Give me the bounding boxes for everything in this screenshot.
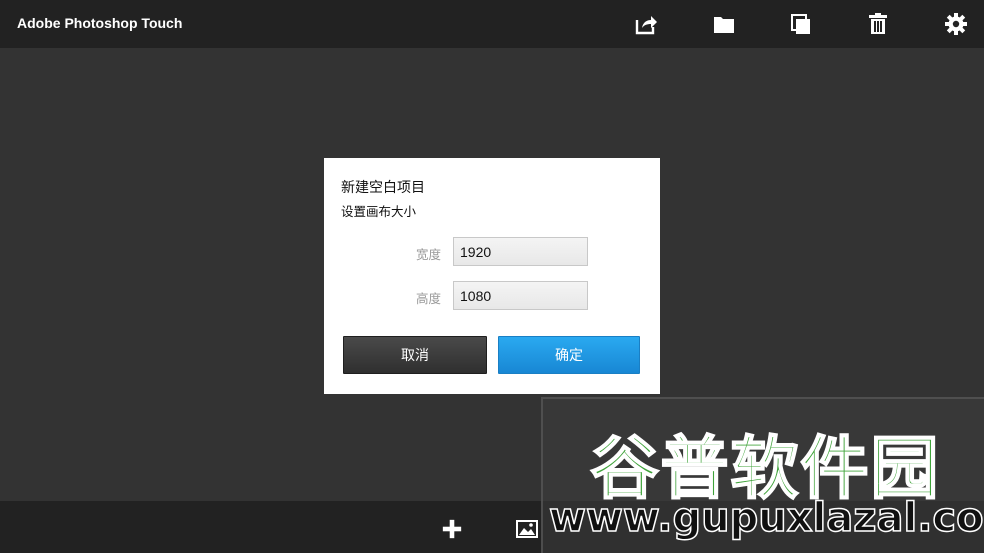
delete-button[interactable] — [862, 8, 894, 40]
trash-icon — [869, 13, 887, 34]
dialog-title: 新建空白项目 — [341, 180, 425, 196]
import-image-button[interactable] — [513, 515, 541, 543]
gear-icon — [945, 13, 967, 35]
add-project-button[interactable] — [438, 515, 466, 543]
watermark-text-en: www.gupuxlazal.com — [548, 494, 984, 542]
top-action-bar: Adobe Photoshop Touch — [0, 0, 984, 48]
app-title: Adobe Photoshop Touch — [17, 15, 183, 31]
cancel-button[interactable]: 取消 — [343, 336, 487, 374]
plus-icon — [442, 519, 462, 539]
share-button[interactable] — [630, 8, 662, 40]
ok-button[interactable]: 确定 — [498, 336, 640, 374]
height-label: 高度 — [415, 291, 441, 306]
image-icon — [516, 520, 538, 538]
folder-icon — [714, 17, 734, 33]
height-input[interactable] — [453, 281, 588, 310]
share-icon — [635, 16, 657, 35]
open-folder-button[interactable] — [708, 8, 740, 40]
duplicate-button[interactable] — [785, 8, 817, 40]
duplicate-icon — [791, 14, 810, 34]
app-window: Adobe Photoshop Touch 新建空白项目 设置画布大小 宽度 1… — [0, 0, 984, 553]
dialog-subtitle: 设置画布大小 — [341, 204, 417, 219]
settings-button[interactable] — [940, 8, 972, 40]
new-project-dialog: 新建空白项目 设置画布大小 宽度 高度 取消 确定 — [324, 158, 660, 394]
watermark: 谷普软件园 www.gupuxlazal.com — [541, 397, 984, 553]
width-label: 宽度 — [415, 247, 441, 262]
width-input[interactable] — [453, 237, 588, 266]
